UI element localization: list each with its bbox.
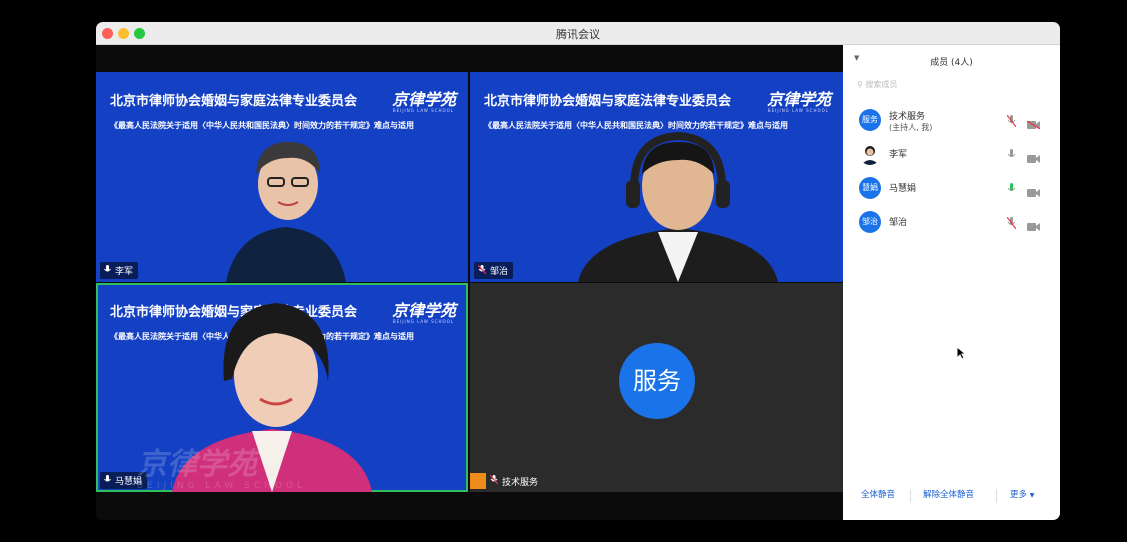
school-logo: 京律学苑 — [391, 90, 456, 109]
member-avatar: 服务 — [859, 109, 881, 131]
search-placeholder: 搜索成员 — [865, 80, 898, 89]
participant-nameplate: 邹治 — [474, 262, 514, 279]
watermark: 京律学苑 BEIJING LAW SCHOOL — [137, 439, 306, 491]
member-row[interactable]: 服务 技术服务 (主持人, 我) — [859, 105, 1049, 139]
search-icon: ⚲ — [857, 80, 863, 89]
member-avatar-photo — [859, 143, 881, 165]
member-role: (主持人, 我) — [889, 123, 933, 132]
school-logo-sub: BEIJING LAW SCHOOL — [392, 108, 454, 113]
member-row[interactable]: 李军 — [859, 139, 1049, 173]
microphone-active-icon[interactable] — [1007, 180, 1016, 199]
member-avatar: 慧娟 — [859, 177, 881, 199]
microphone-icon[interactable] — [1007, 146, 1016, 165]
school-logo: 京律学苑 — [391, 301, 456, 320]
participant-video — [578, 131, 778, 282]
microphone-muted-icon[interactable] — [1006, 112, 1017, 131]
participant-avatar: 服务 — [619, 343, 695, 419]
slide-subheading: 《最高人民法院关于适用〈中华人民共和国民法典〉时间效力的若干规定》难点与适用 — [110, 121, 414, 130]
microphone-muted-icon — [477, 264, 487, 277]
participant-nameplate: 技术服务 — [470, 473, 538, 489]
member-name: 邹治 — [889, 218, 908, 228]
microphone-muted-icon[interactable] — [1006, 214, 1017, 233]
mouse-cursor-icon — [956, 346, 966, 360]
member-list: 服务 技术服务 (主持人, 我) 李军 慧娟 马慧娟 邹治 邹治 — [859, 105, 1049, 241]
member-name: 马慧娟 — [889, 184, 917, 194]
members-panel: ▼ 成员 (4人) ⚲ 搜索成员 服务 技术服务 (主持人, 我) 李军 慧娟 … — [843, 45, 1060, 520]
member-avatar: 邹治 — [859, 211, 881, 233]
host-badge-icon — [470, 473, 486, 489]
member-row[interactable]: 慧娟 马慧娟 — [859, 173, 1049, 207]
unmute-all-button[interactable]: 解除全体静音 — [923, 488, 974, 500]
member-name: 技术服务 — [889, 112, 926, 122]
chevron-down-icon: ▼ — [1029, 492, 1035, 499]
member-name: 李军 — [889, 150, 908, 160]
slide-heading: 北京市律师协会婚姻与家庭法律专业委员会 — [484, 94, 732, 109]
member-row[interactable]: 邹治 邹治 — [859, 207, 1049, 241]
footer-divider — [910, 489, 911, 503]
participant-name: 技术服务 — [502, 477, 539, 488]
camera-icon[interactable] — [1027, 216, 1040, 235]
member-search-input[interactable]: ⚲ 搜索成员 — [857, 79, 897, 90]
watermark-text: 京律学苑 — [137, 447, 257, 482]
microphone-muted-icon — [489, 474, 499, 487]
video-tile-host[interactable]: 服务 技术服务 — [470, 283, 843, 492]
more-button[interactable]: 更多 ▼ — [1010, 488, 1034, 500]
members-title: 成员 (4人) — [930, 58, 973, 68]
more-label: 更多 — [1010, 490, 1028, 500]
members-footer: 全体静音 解除全体静音 更多 ▼ — [843, 488, 1060, 504]
school-logo-sub: BEIJING LAW SCHOOL — [392, 319, 454, 324]
participant-name: 邹治 — [490, 267, 509, 277]
watermark-sub: BEIJING LAW SCHOOL — [137, 481, 306, 491]
participant-nameplate: 李军 — [100, 262, 139, 279]
camera-icon[interactable] — [1027, 182, 1040, 201]
title-bar: 腾讯会议 — [96, 22, 1060, 45]
camera-off-icon[interactable] — [1026, 114, 1041, 133]
mute-all-button[interactable]: 全体静音 — [861, 488, 895, 500]
video-tile-lijun[interactable]: 北京市律师协会婚姻与家庭法律专业委员会 《最高人民法院关于适用〈中华人民共和国民… — [96, 72, 468, 282]
participant-video — [226, 142, 346, 282]
microphone-icon — [104, 475, 111, 487]
microphone-icon — [104, 265, 111, 277]
slide-heading: 北京市律师协会婚姻与家庭法律专业委员会 — [110, 94, 358, 109]
participant-name: 李军 — [115, 267, 134, 277]
camera-icon[interactable] — [1027, 148, 1040, 167]
school-logo-sub: BEIJING LAW SCHOOL — [767, 108, 829, 113]
footer-divider — [996, 489, 997, 503]
video-tile-zouzhi[interactable]: 北京市律师协会婚姻与家庭法律专业委员会 《最高人民法院关于适用〈中华人民共和国民… — [470, 72, 843, 282]
window-title: 腾讯会议 — [556, 28, 600, 41]
school-logo: 京律学苑 — [766, 90, 831, 109]
